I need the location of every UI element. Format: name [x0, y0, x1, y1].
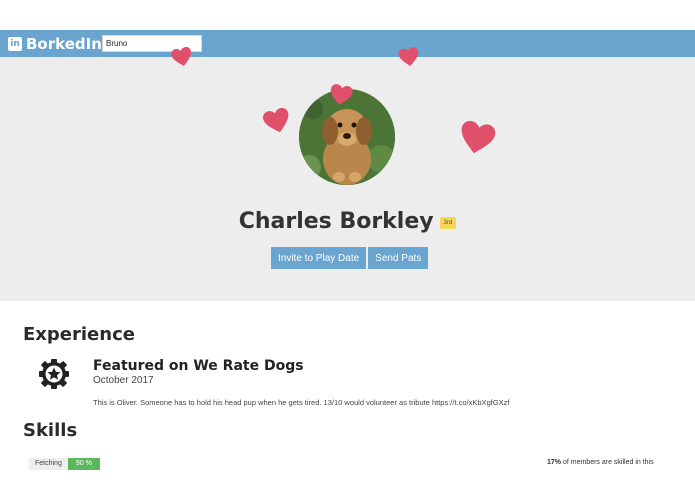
profile-name-row: Charles Borkley 3rd: [0, 209, 695, 234]
experience-heading: Experience: [23, 324, 135, 345]
skill-stat-percent: 17%: [547, 459, 562, 466]
experience-title: Featured on We Rate Dogs: [93, 358, 304, 374]
skill-name: Fetching: [29, 458, 68, 470]
profile-name: Charles Borkley: [238, 209, 434, 234]
invite-to-play-date-button[interactable]: Invite to Play Date: [271, 247, 367, 269]
profile-actions: Invite to Play Date Send Pats: [271, 247, 430, 269]
skill-item: Fetching 90 %: [29, 458, 100, 470]
connection-degree-badge: 3rd: [439, 217, 457, 229]
experience-description: This is Oliver. Someone has to hold his …: [93, 398, 510, 407]
skill-stat: 17% of members are skilled in this: [547, 459, 654, 466]
send-pats-button[interactable]: Send Pats: [368, 247, 429, 269]
skill-level-badge: 90 %: [67, 458, 100, 470]
linkedin-logo-icon: in: [8, 36, 22, 51]
badge-star-icon: [39, 359, 69, 389]
navbar: in BorkedIn: [0, 30, 695, 57]
heart-icon: [330, 84, 353, 105]
heart-icon: [171, 47, 192, 66]
heart-icon: [398, 47, 419, 67]
brand-logo[interactable]: in BorkedIn: [8, 34, 102, 53]
skills-heading: Skills: [23, 420, 78, 441]
brand-name: BorkedIn: [26, 34, 102, 53]
skill-stat-text: of members are skilled in this: [561, 459, 654, 466]
heart-icon: [461, 121, 496, 154]
experience-date: October 2017: [93, 375, 154, 386]
heart-icon: [263, 108, 289, 133]
